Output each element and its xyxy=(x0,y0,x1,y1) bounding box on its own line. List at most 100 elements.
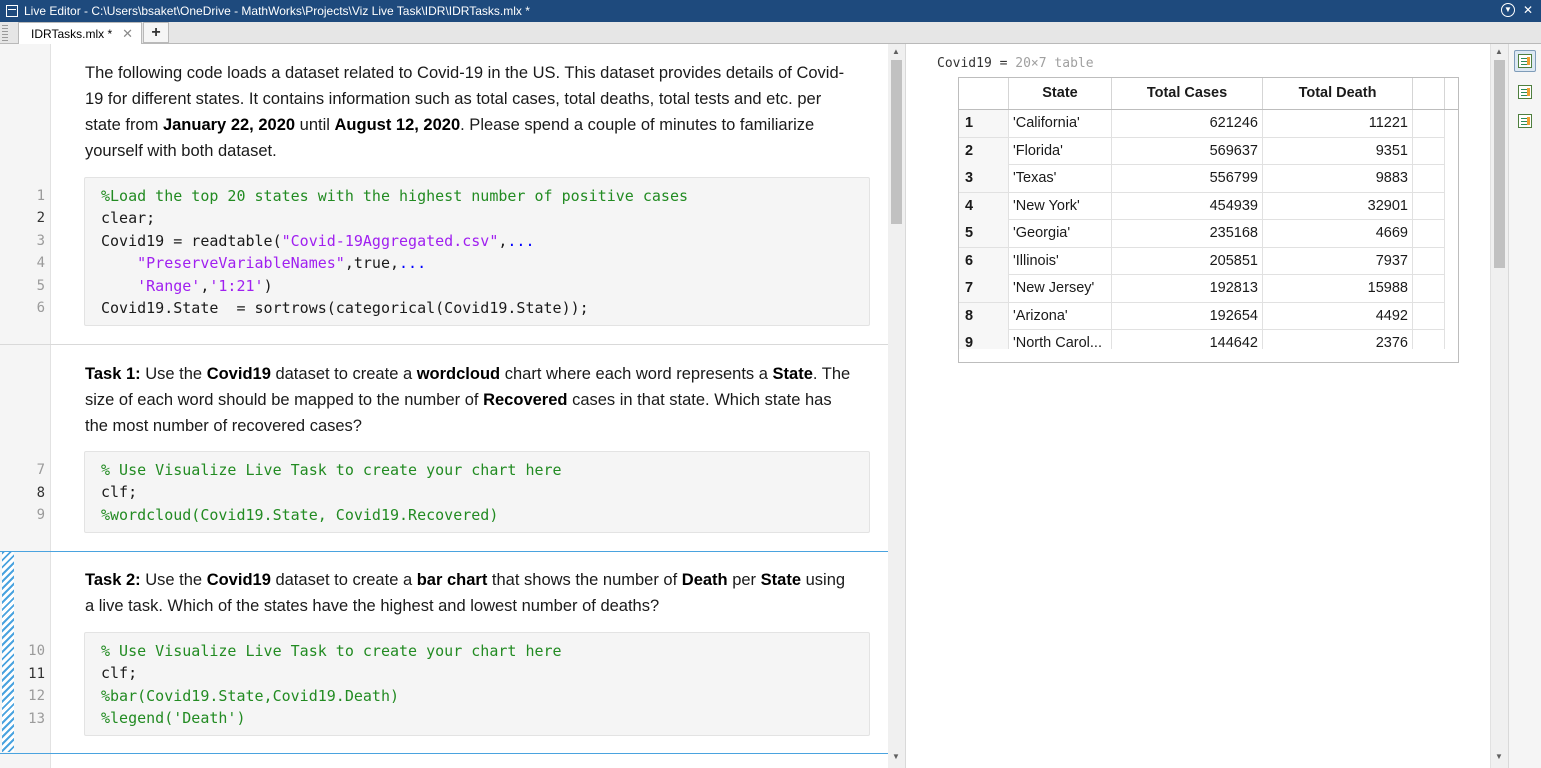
code-token: ,true, xyxy=(344,254,400,272)
code-line[interactable]: %wordcloud(Covid19.State, Covid19.Recove… xyxy=(101,506,498,524)
editor-scrollbar[interactable]: ▲ ▼ xyxy=(888,44,905,768)
row-index: 3 xyxy=(959,165,1009,192)
cell-total-cases[interactable]: 144642 xyxy=(1112,330,1263,349)
close-tab-icon[interactable]: ✕ xyxy=(122,26,133,42)
cell-state[interactable]: 'New York' xyxy=(1009,192,1112,220)
code-line[interactable]: % Use Visualize Live Task to create your… xyxy=(101,642,562,660)
cell-extra[interactable] xyxy=(1413,165,1445,192)
code-line[interactable]: % Use Visualize Live Task to create your… xyxy=(101,461,562,479)
task1-bold: State xyxy=(772,365,813,383)
code-block-task2[interactable]: % Use Visualize Live Task to create your… xyxy=(84,632,870,736)
line-number: 1 xyxy=(36,188,45,204)
table-row[interactable]: 2 'Florida' 569637 9351 xyxy=(959,137,1445,165)
editor-pane[interactable]: The following code loads a dataset relat… xyxy=(0,44,905,768)
code-line[interactable]: clear; xyxy=(101,209,155,227)
cell-total-death[interactable]: 9883 xyxy=(1263,165,1413,192)
cell-extra[interactable] xyxy=(1413,247,1445,275)
table-row[interactable]: 7 'New Jersey' 192813 15988 xyxy=(959,275,1445,303)
code-line[interactable]: "PreserveVariableNames",true,... xyxy=(101,254,426,272)
header-state[interactable]: State xyxy=(1009,78,1112,109)
cell-extra[interactable] xyxy=(1413,137,1445,165)
header-total-death[interactable]: Total Death xyxy=(1263,78,1413,109)
cell-total-death[interactable]: 4492 xyxy=(1263,302,1413,330)
cell-total-death[interactable]: 4669 xyxy=(1263,220,1413,247)
active-section-indicator xyxy=(2,552,14,752)
hide-code-icon[interactable] xyxy=(1514,110,1536,132)
cell-total-cases[interactable]: 235168 xyxy=(1112,220,1263,247)
line-number: 2 xyxy=(36,210,45,226)
cell-total-death[interactable]: 32901 xyxy=(1263,192,1413,220)
cell-total-cases[interactable]: 556799 xyxy=(1112,165,1263,192)
code-block-task1[interactable]: % Use Visualize Live Task to create your… xyxy=(84,451,870,533)
cell-total-cases[interactable]: 569637 xyxy=(1112,137,1263,165)
tab-idrtasks[interactable]: IDRTasks.mlx * ✕ xyxy=(18,22,142,44)
cell-total-cases[interactable]: 192654 xyxy=(1112,302,1263,330)
code-line[interactable]: 'Range','1:21') xyxy=(101,277,272,295)
table-row[interactable]: 1 'California' 621246 11221 xyxy=(959,110,1445,138)
output-scrollbar[interactable]: ▲ ▼ xyxy=(1490,44,1508,768)
editor-scroll-thumb[interactable] xyxy=(891,60,902,224)
intro-text-part: until xyxy=(295,116,335,134)
code-line[interactable]: %bar(Covid19.State,Covid19.Death) xyxy=(101,687,399,705)
code-line[interactable]: clf; xyxy=(101,664,137,682)
cell-total-cases[interactable]: 205851 xyxy=(1112,247,1263,275)
cell-total-death[interactable]: 2376 xyxy=(1263,330,1413,349)
cell-total-death[interactable]: 9351 xyxy=(1263,137,1413,165)
cell-extra[interactable] xyxy=(1413,330,1445,349)
cell-total-death[interactable]: 11221 xyxy=(1263,110,1413,137)
table-row[interactable]: 6 'Illinois' 205851 7937 xyxy=(959,247,1445,275)
cell-total-cases[interactable]: 192813 xyxy=(1112,275,1263,302)
cell-total-cases[interactable]: 454939 xyxy=(1112,192,1263,220)
header-more[interactable] xyxy=(1413,78,1445,109)
task2-bold: bar chart xyxy=(416,571,488,589)
grip-icon[interactable] xyxy=(2,25,8,41)
row-index: 4 xyxy=(959,192,1009,220)
close-window-button[interactable]: ✕ xyxy=(1521,3,1535,17)
code-line[interactable]: Covid19.State = sortrows(categorical(Cov… xyxy=(101,299,589,317)
cell-total-cases[interactable]: 621246 xyxy=(1112,110,1263,137)
cell-extra[interactable] xyxy=(1413,302,1445,330)
cell-state[interactable]: 'California' xyxy=(1009,110,1112,137)
cell-extra[interactable] xyxy=(1413,220,1445,247)
output-inline-icon[interactable] xyxy=(1514,81,1536,103)
cell-total-death[interactable]: 15988 xyxy=(1263,275,1413,302)
scroll-up-icon[interactable]: ▲ xyxy=(892,47,900,56)
cell-extra[interactable] xyxy=(1413,110,1445,137)
line-gutter xyxy=(0,44,51,768)
code-line[interactable]: clf; xyxy=(101,483,137,501)
cell-state[interactable]: 'Texas' xyxy=(1009,165,1112,192)
table-row[interactable]: 9 'North Carol... 144642 2376 xyxy=(959,330,1445,349)
code-line[interactable]: %Load the top 20 states with the highest… xyxy=(101,187,688,205)
table-row[interactable]: 5 'Georgia' 235168 4669 xyxy=(959,220,1445,248)
task1-text[interactable]: Task 1: Use the Covid19 dataset to creat… xyxy=(85,361,855,439)
cell-extra[interactable] xyxy=(1413,275,1445,302)
cell-state[interactable]: 'Illinois' xyxy=(1009,247,1112,275)
add-tab-button[interactable]: + xyxy=(143,22,169,43)
line-number: 13 xyxy=(28,711,45,727)
code-block-load[interactable]: %Load the top 20 states with the highest… xyxy=(84,177,870,326)
cell-extra[interactable] xyxy=(1413,192,1445,220)
output-scroll-thumb[interactable] xyxy=(1494,60,1505,268)
table-row[interactable]: 3 'Texas' 556799 9883 xyxy=(959,165,1445,193)
scroll-down-icon[interactable]: ▼ xyxy=(892,752,900,761)
line-number: 12 xyxy=(28,688,45,704)
cell-state[interactable]: 'New Jersey' xyxy=(1009,275,1112,302)
scroll-down-icon[interactable]: ▼ xyxy=(1495,752,1503,761)
table-row[interactable]: 4 'New York' 454939 32901 xyxy=(959,192,1445,220)
help-circle-icon[interactable]: ▼ xyxy=(1501,3,1515,17)
cell-state[interactable]: 'Arizona' xyxy=(1009,302,1112,330)
output-table[interactable]: State Total Cases Total Death 1 'Califor… xyxy=(958,77,1459,363)
scroll-up-icon[interactable]: ▲ xyxy=(1495,47,1503,56)
cell-state[interactable]: 'North Carol... xyxy=(1009,330,1112,349)
table-row[interactable]: 8 'Arizona' 192654 4492 xyxy=(959,302,1445,330)
code-line[interactable]: Covid19 = readtable("Covid-19Aggregated.… xyxy=(101,232,535,250)
intro-text[interactable]: The following code loads a dataset relat… xyxy=(85,60,855,164)
task2-text[interactable]: Task 2: Use the Covid19 dataset to creat… xyxy=(85,567,855,619)
cell-state[interactable]: 'Georgia' xyxy=(1009,220,1112,247)
cell-total-death[interactable]: 7937 xyxy=(1263,247,1413,275)
output-right-icon[interactable] xyxy=(1514,50,1536,72)
cell-state[interactable]: 'Florida' xyxy=(1009,137,1112,165)
line-number: 7 xyxy=(36,462,45,478)
header-total-cases[interactable]: Total Cases xyxy=(1112,78,1263,109)
code-line[interactable]: %legend('Death') xyxy=(101,709,246,727)
